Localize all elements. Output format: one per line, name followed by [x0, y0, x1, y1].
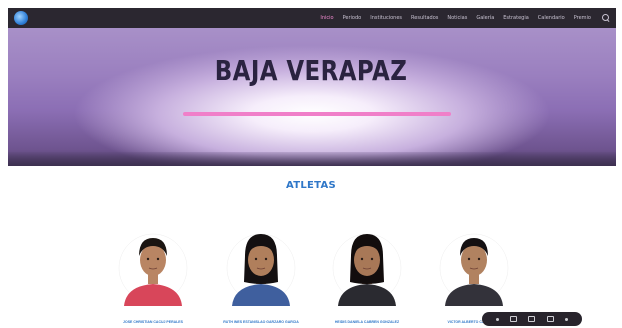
athlete-photo [439, 233, 509, 306]
athlete-eye [477, 257, 481, 261]
athlete-eye [370, 257, 374, 261]
nav-item-resultados[interactable]: Resultados [411, 15, 438, 21]
nav-item-calendario[interactable]: Calendario [538, 15, 565, 21]
nav-item-premio[interactable]: Premio [574, 15, 591, 21]
athlete-card[interactable]: VICTOR ALBERTO CAAL ORTIZ [429, 224, 519, 324]
search-icon[interactable] [602, 14, 610, 22]
prev-icon[interactable] [495, 317, 499, 321]
athlete-card[interactable]: HEIDIS DANIELA CABREN GONZALEZ [322, 224, 412, 324]
athlete-photo [118, 233, 188, 306]
athlete-eye [264, 257, 268, 261]
athlete-eye [156, 257, 160, 261]
athlete-name: RUTH INES ESTANISLAO GARZARO GARCIA [223, 320, 299, 324]
athlete-eye [254, 257, 258, 261]
section-heading: ATLETAS [285, 180, 337, 191]
zoom-icon[interactable] [546, 316, 554, 322]
main-menu: Inicio Periodo Instituciones Resultados … [320, 14, 610, 22]
athlete-card[interactable]: RUTH INES ESTANISLAO GARZARO GARCIA [216, 224, 306, 324]
globe-logo-icon[interactable] [14, 11, 28, 25]
athlete-eye [360, 257, 364, 261]
athlete-name: JOSE CHRISTIAN CACUJ PERALES [123, 320, 183, 324]
nav-item-noticias[interactable]: Noticias [447, 15, 467, 21]
more-icon[interactable] [565, 317, 569, 321]
hero-banner [8, 28, 616, 166]
hero-bottom-band [8, 152, 616, 166]
athlete-name: HEIDIS DANIELA CABREN GONZALEZ [334, 320, 400, 324]
nav-item-inicio[interactable]: Inicio [320, 15, 333, 21]
nav-item-instituciones[interactable]: Instituciones [370, 15, 402, 21]
fit-icon[interactable] [528, 316, 536, 322]
athlete-card[interactable]: JOSE CHRISTIAN CACUJ PERALES [108, 224, 198, 324]
title-underline [183, 112, 451, 116]
athlete-eye [146, 257, 150, 261]
athlete-eye [467, 257, 471, 261]
nav-item-estrategia[interactable]: Estrategia [503, 15, 529, 21]
document-viewer-toolbar [482, 312, 582, 326]
nav-item-periodo[interactable]: Periodo [343, 15, 362, 21]
nav-item-galeria[interactable]: Galería [476, 15, 494, 21]
page-icon[interactable] [510, 316, 518, 322]
top-navigation-bar: Inicio Periodo Instituciones Resultados … [8, 8, 616, 28]
athlete-photo [332, 233, 402, 306]
athlete-photo [226, 233, 296, 306]
page-title: BAJA VERAPAZ [214, 54, 408, 87]
